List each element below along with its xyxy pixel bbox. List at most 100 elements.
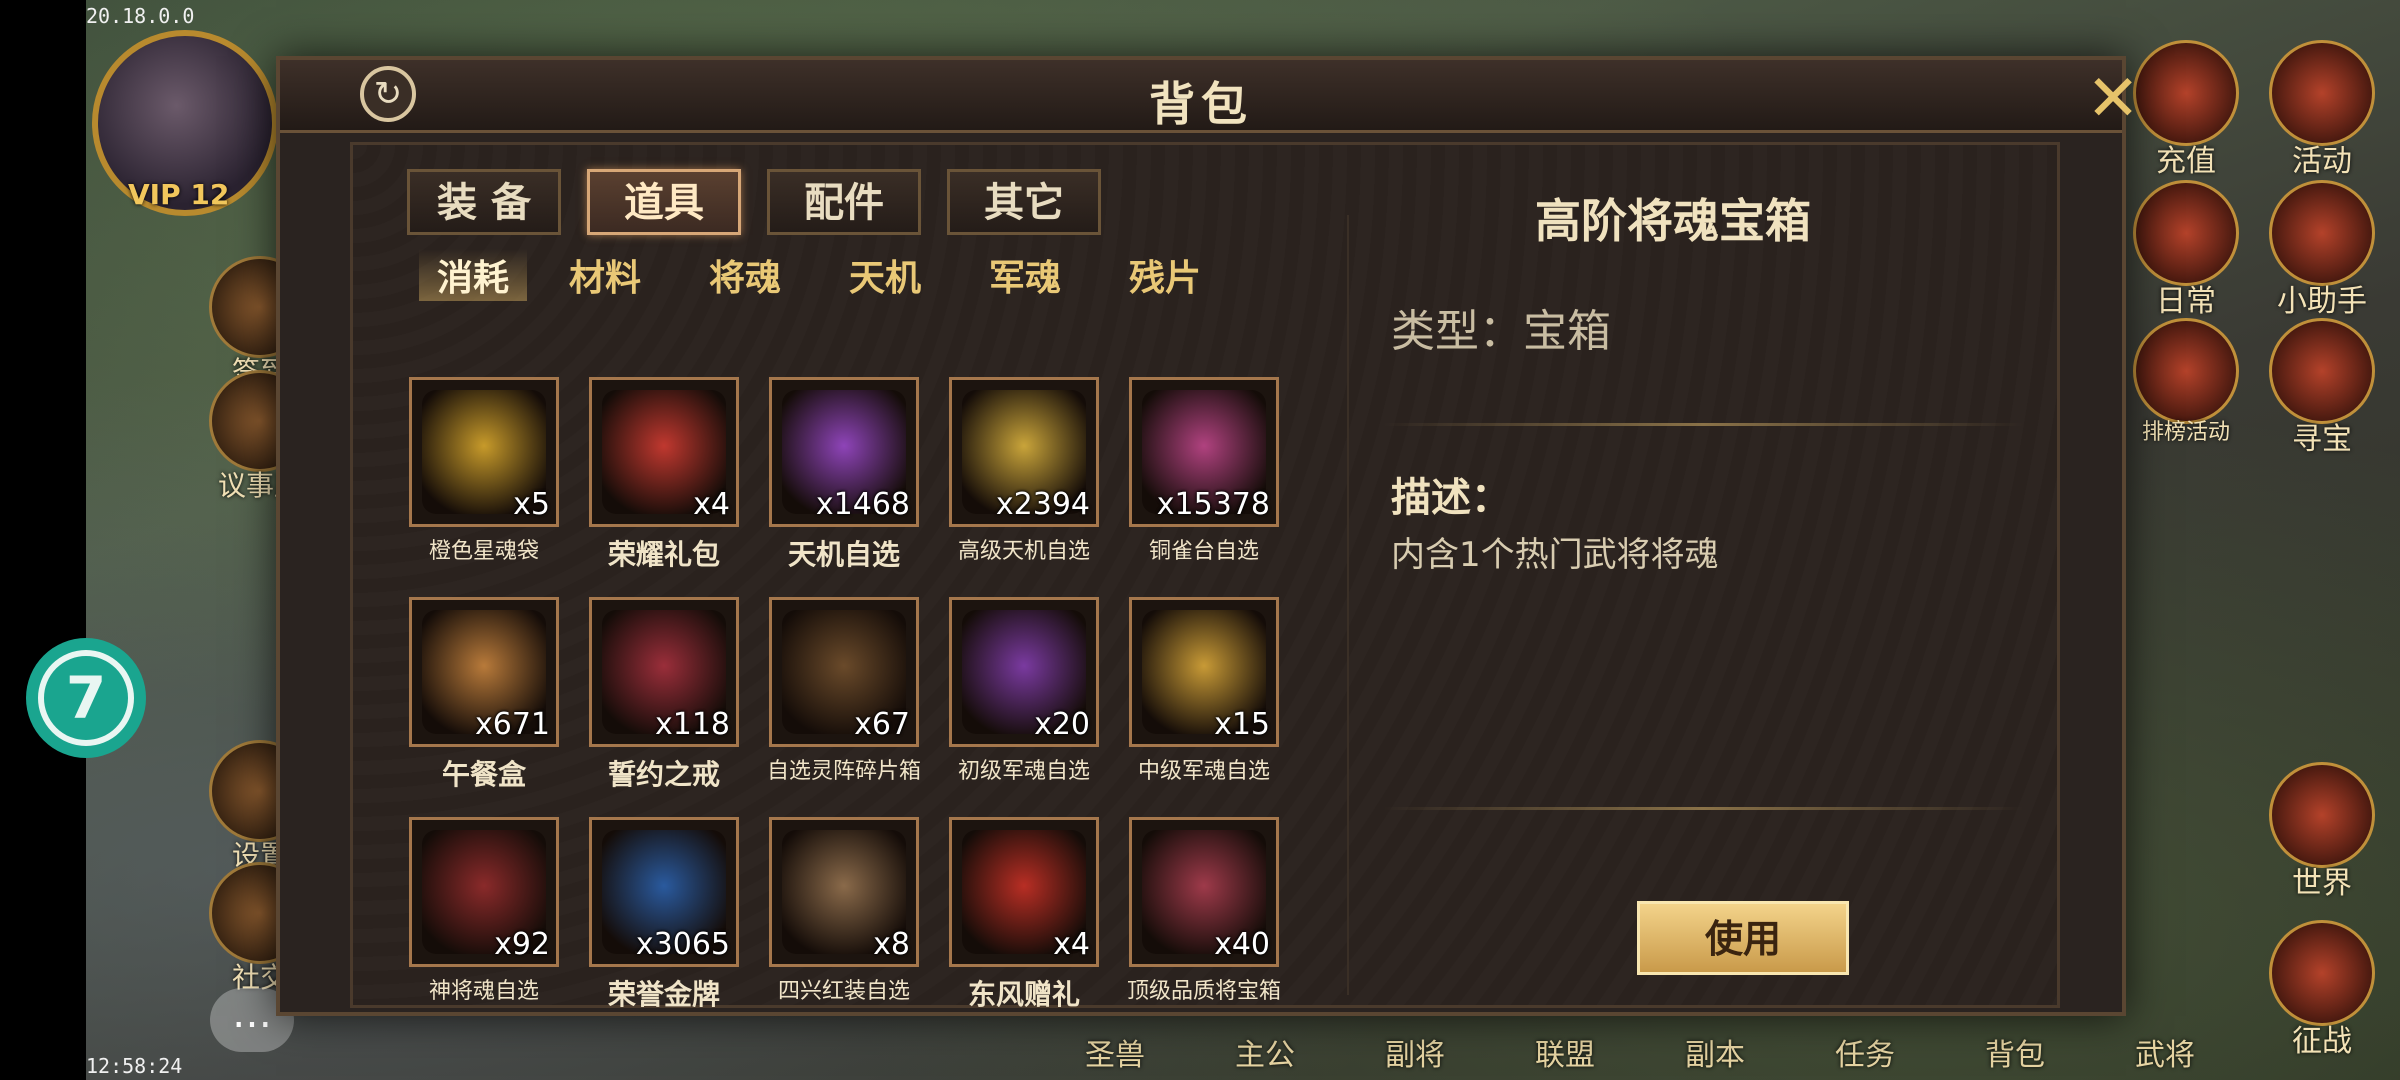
subtab-tianji[interactable]: 天机	[849, 249, 921, 301]
item-name: 午餐盒	[441, 758, 526, 791]
item-name: 顶级品质将宝箱	[1126, 979, 1281, 1004]
tab-accessories[interactable]: 配件	[767, 169, 921, 235]
item-name: 天机自选	[787, 538, 900, 571]
item-cell[interactable]: x4 荣耀礼包	[589, 377, 739, 573]
item-cell[interactable]: x92 神将魂自选	[409, 817, 559, 1005]
item-count: x671	[474, 707, 550, 742]
nav-holy-beast[interactable]: 圣兽	[1040, 1030, 1190, 1080]
chest-icon	[2133, 318, 2239, 424]
item-grid[interactable]: x5 橙色星魂袋 x4 荣耀礼包 x1468 天机自选 x2394 高级天机自选 x15378 铜…	[409, 377, 1309, 1007]
bottom-nav: 圣兽 主公 副将 联盟 副本 任务 背包 武将	[1040, 1030, 2400, 1080]
item-slot[interactable]: x671	[409, 597, 559, 747]
detail-divider	[1383, 423, 2023, 426]
item-name: 中级军魂自选	[1137, 759, 1270, 784]
use-button[interactable]: 使用	[1637, 901, 1849, 975]
item-name: 橙色星魂袋	[428, 539, 539, 564]
tab-equipment[interactable]: 装 备	[407, 169, 561, 235]
item-cell[interactable]: x8 四兴红装自选	[769, 817, 919, 1005]
item-slot[interactable]: x67	[769, 597, 919, 747]
treasure-button[interactable]: 寻宝	[2262, 318, 2382, 458]
item-name: 神将魂自选	[428, 979, 539, 1004]
item-slot[interactable]: x20	[949, 597, 1099, 747]
item-cell[interactable]: x3065 荣誉金牌	[589, 817, 739, 1007]
detail-desc-label: 描述：	[1391, 475, 1511, 521]
nav-generals[interactable]: 武将	[2090, 1030, 2240, 1080]
item-cell[interactable]: x2394 高级天机自选	[949, 377, 1099, 565]
item-name: 初级军魂自选	[957, 759, 1090, 784]
item-count: x40	[1214, 927, 1270, 962]
modal-title: 背包	[1149, 77, 1253, 131]
floating-game-badge[interactable]: 7	[26, 638, 146, 758]
subtab-general-soul[interactable]: 将魂	[709, 249, 781, 301]
dragon-icon	[2269, 762, 2375, 868]
network-indicator: 20.18.0.0	[86, 4, 195, 28]
item-count: x4	[1053, 927, 1090, 962]
daily-button[interactable]: 日常	[2126, 180, 2246, 320]
item-cell[interactable]: x671 午餐盒	[409, 597, 559, 793]
item-slot[interactable]: x3065	[589, 817, 739, 967]
detail-desc: 内含1个热门武将将魂	[1391, 535, 1719, 575]
close-icon[interactable]: ✕	[2078, 64, 2148, 134]
vip-badge: VIP 12	[128, 178, 230, 211]
item-count: x5	[513, 487, 550, 522]
subtab-army-soul[interactable]: 军魂	[989, 249, 1061, 301]
world-button[interactable]: 世界	[2262, 762, 2382, 902]
item-cell[interactable]: x15378 铜雀台自选	[1129, 377, 1279, 565]
detail-title: 高阶将魂宝箱	[1535, 194, 1811, 248]
events-button[interactable]: 活动	[2262, 40, 2382, 180]
item-count: x8	[873, 927, 910, 962]
item-cell[interactable]: x40 顶级品质将宝箱	[1127, 817, 1281, 1005]
item-slot[interactable]: x1468	[769, 377, 919, 527]
detail-type: 类型：宝箱	[1391, 306, 1611, 357]
item-slot[interactable]: x2394	[949, 377, 1099, 527]
item-slot[interactable]: x5	[409, 377, 559, 527]
item-slot[interactable]: x15	[1129, 597, 1279, 747]
clock: 12:58:24	[86, 1054, 183, 1078]
item-slot[interactable]: x15378	[1129, 377, 1279, 527]
assistant-button[interactable]: 小助手	[2262, 180, 2382, 320]
item-slot[interactable]: x8	[769, 817, 919, 967]
item-cell[interactable]: x5 橙色星魂袋	[409, 377, 559, 565]
detail-divider-2	[1383, 807, 2023, 810]
item-name: 荣誉金牌	[607, 978, 720, 1007]
item-cell[interactable]: x67 自选灵阵碎片箱	[767, 597, 921, 785]
letterbox-left	[0, 0, 86, 1080]
ranking-event-button[interactable]: 排榜活动	[2126, 318, 2246, 446]
bag-panel: 装 备 道具 配件 其它 消耗 材料 将魂 天机 军魂 残片 x5 橙色星魂袋 x4…	[350, 142, 2060, 1008]
item-count: x2394	[995, 487, 1090, 522]
item-slot[interactable]: x92	[409, 817, 559, 967]
subtab-materials[interactable]: 材料	[569, 249, 641, 301]
item-cell[interactable]: x118 誓约之戒	[589, 597, 739, 793]
subtab-fragments[interactable]: 残片	[1129, 249, 1201, 301]
item-name: 铜雀台自选	[1148, 539, 1259, 564]
item-slot[interactable]: x118	[589, 597, 739, 747]
item-name: 自选灵阵碎片箱	[766, 759, 921, 784]
item-cell[interactable]: x20 初级军魂自选	[949, 597, 1099, 785]
badge-7-icon: 7	[38, 650, 134, 746]
daily-icon	[2133, 180, 2239, 286]
nav-bag[interactable]: 背包	[1940, 1030, 2090, 1080]
gift-icon	[2269, 40, 2375, 146]
item-slot[interactable]: x4	[589, 377, 739, 527]
item-slot[interactable]: x40	[1129, 817, 1279, 967]
nav-deputy[interactable]: 副将	[1340, 1030, 1490, 1080]
item-cell[interactable]: x1468 天机自选	[769, 377, 919, 573]
tab-items[interactable]: 道具	[587, 169, 741, 235]
bag-modal: ↻ 背包 ✕ 装 备 道具 配件 其它 消耗 材料 将魂 天机 军魂 残片 x5…	[276, 56, 2140, 1016]
item-count: x4	[693, 487, 730, 522]
nav-quests[interactable]: 任务	[1790, 1030, 1940, 1080]
item-count: x3065	[635, 927, 730, 962]
item-count: x92	[494, 927, 550, 962]
item-count: x20	[1034, 707, 1090, 742]
item-cell[interactable]: x15 中级军魂自选	[1129, 597, 1279, 785]
nav-lord[interactable]: 主公	[1190, 1030, 1340, 1080]
panel-divider	[1347, 215, 1349, 995]
item-slot[interactable]: x4	[949, 817, 1099, 967]
tab-others[interactable]: 其它	[947, 169, 1101, 235]
nav-alliance[interactable]: 联盟	[1490, 1030, 1640, 1080]
nav-dungeon[interactable]: 副本	[1640, 1030, 1790, 1080]
item-name: 四兴红装自选	[777, 979, 910, 1004]
subtab-consume[interactable]: 消耗	[419, 249, 528, 301]
item-cell[interactable]: x4 东风赠礼	[949, 817, 1099, 1007]
item-name: 荣耀礼包	[607, 538, 720, 571]
